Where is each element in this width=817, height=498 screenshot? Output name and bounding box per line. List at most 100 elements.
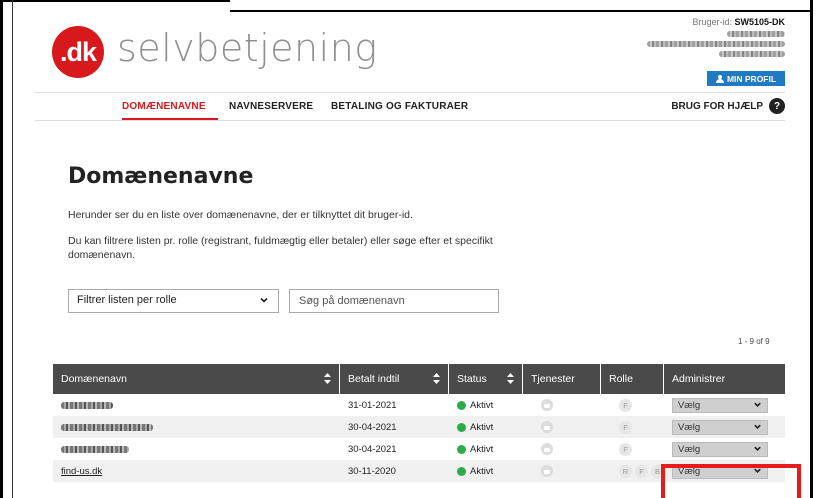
domain-cell[interactable] — [53, 416, 340, 438]
status-dot-icon — [457, 422, 466, 432]
administer-value: Vælg — [678, 399, 701, 411]
services-cell — [523, 416, 601, 438]
services-cell — [523, 438, 601, 460]
administer-select[interactable]: Vælg — [672, 419, 768, 435]
chevron-down-icon — [753, 444, 762, 455]
frame-border-top-right — [230, 10, 813, 12]
status-cell: Aktivt — [449, 416, 523, 438]
domain-cell: find-us.dk — [53, 460, 340, 482]
user-id-label: Bruger-id: — [692, 17, 732, 27]
administer-cell: Vælg — [664, 394, 785, 416]
main-nav: DOMÆNENAVNE NAVNESERVERE BETALING OG FAK… — [35, 93, 785, 120]
column-header-label: Betalt indtil — [348, 373, 400, 385]
highlight-box — [661, 464, 801, 498]
paid-until-cell: 30-11-2020 — [348, 465, 396, 477]
sort-icon[interactable] — [507, 373, 514, 386]
administer-cell: Vælg — [664, 438, 785, 460]
chevron-down-icon — [753, 400, 762, 411]
sort-icon[interactable] — [324, 373, 331, 386]
lock-icon — [541, 399, 553, 411]
column-header-domain[interactable]: Domænenavn — [53, 364, 340, 394]
page-title: Domænenavne — [68, 164, 254, 189]
person-icon — [715, 74, 724, 83]
administer-select[interactable]: Vælg — [672, 397, 768, 413]
administer-cell: Vælg — [664, 416, 785, 438]
status-cell: Aktivt — [449, 394, 523, 416]
user-info: Bruger-id: SW5105-DK — [647, 17, 785, 57]
status-label: Aktivt — [470, 443, 494, 455]
redacted-user-line — [727, 31, 785, 37]
column-header-label: Administrer — [672, 373, 726, 385]
column-header-services: Tjenester — [523, 364, 601, 394]
role-badge: F — [619, 420, 632, 434]
my-profile-label: MIN PROFIL — [726, 73, 777, 84]
result-count: 1 - 9 of 9 — [738, 337, 770, 346]
column-header-label: Rolle — [609, 373, 633, 385]
nav-divider — [35, 120, 785, 121]
table-row: 30-04-2021 Aktivt F Vælg — [53, 416, 785, 438]
role-badge: F — [619, 442, 632, 456]
domain-link[interactable]: find-us.dk — [61, 466, 102, 477]
role-badge: F — [619, 398, 632, 412]
help-icon: ? — [769, 98, 785, 114]
my-profile-button[interactable]: MIN PROFIL — [707, 71, 785, 86]
paid-until-cell: 30-04-2021 — [348, 421, 397, 433]
dk-logo-badge[interactable]: .dk — [52, 26, 104, 78]
status-label: Aktivt — [470, 465, 494, 477]
services-cell — [523, 394, 601, 416]
table-row: 30-04-2021 Aktivt F Vælg — [53, 438, 785, 460]
role-cell: F — [601, 416, 664, 438]
services-cell — [523, 460, 601, 482]
lock-icon — [541, 465, 553, 477]
redacted-domain[interactable] — [61, 423, 153, 431]
logo-text[interactable]: selvbetjening — [117, 26, 378, 70]
nav-item-domaenenavne[interactable]: DOMÆNENAVNE — [122, 101, 206, 112]
lock-icon — [541, 443, 553, 455]
lock-icon — [541, 421, 553, 433]
status-dot-icon — [457, 466, 466, 476]
redacted-domain[interactable] — [61, 445, 129, 453]
column-header-label: Status — [457, 373, 487, 385]
domain-search-input[interactable] — [289, 289, 499, 313]
filter-description: Du kan filtrere listen pr. rolle (regist… — [68, 235, 493, 261]
frame-inner-border — [12, 0, 13, 498]
column-header-label: Domænenavn — [61, 373, 127, 385]
paid-until-cell: 30-04-2021 — [348, 443, 397, 455]
domain-cell[interactable] — [53, 438, 340, 460]
paid-until-cell: 31-01-2021 — [348, 399, 397, 411]
chevron-down-icon — [753, 422, 762, 433]
administer-value: Vælg — [678, 421, 701, 433]
role-badge: R — [619, 464, 632, 478]
column-header-status[interactable]: Status — [449, 364, 523, 394]
nav-item-betaling[interactable]: BETALING OG FAKTURAER — [331, 101, 468, 112]
column-header-role: Rolle — [601, 364, 664, 394]
sort-icon[interactable] — [433, 373, 440, 386]
status-dot-icon — [457, 444, 466, 454]
role-filter-value: Filtrer listen per rolle — [77, 294, 177, 306]
table-header: Domænenavn Betalt indtil Status Tjeneste… — [53, 364, 785, 394]
role-badge: F — [635, 464, 648, 478]
status-cell: Aktivt — [449, 438, 523, 460]
column-header-paid-until[interactable]: Betalt indtil — [340, 364, 449, 394]
status-dot-icon — [457, 400, 466, 410]
role-filter-select[interactable]: Filtrer listen per rolle — [68, 289, 279, 313]
status-label: Aktivt — [470, 399, 494, 411]
role-cell: R F B — [601, 460, 664, 482]
administer-select[interactable]: Vælg — [672, 441, 768, 457]
status-label: Aktivt — [470, 421, 494, 433]
redacted-domain[interactable] — [61, 401, 113, 409]
nav-item-navneservere[interactable]: NAVNESERVERE — [229, 101, 313, 112]
redacted-user-line — [719, 51, 785, 57]
help-link[interactable]: BRUG FOR HJÆLP ? — [671, 98, 785, 114]
table-row: 31-01-2021 Aktivt F Vælg — [53, 394, 785, 416]
administer-value: Vælg — [678, 443, 701, 455]
chevron-down-icon — [259, 295, 269, 308]
role-cell: F — [601, 394, 664, 416]
frame-border-top — [0, 0, 230, 2]
column-header-administer: Administrer — [664, 364, 785, 394]
status-cell: Aktivt — [449, 460, 523, 482]
frame-border-right — [810, 0, 813, 498]
domain-cell[interactable] — [53, 394, 340, 416]
help-label: BRUG FOR HJÆLP — [671, 100, 763, 112]
redacted-user-line — [647, 41, 785, 47]
